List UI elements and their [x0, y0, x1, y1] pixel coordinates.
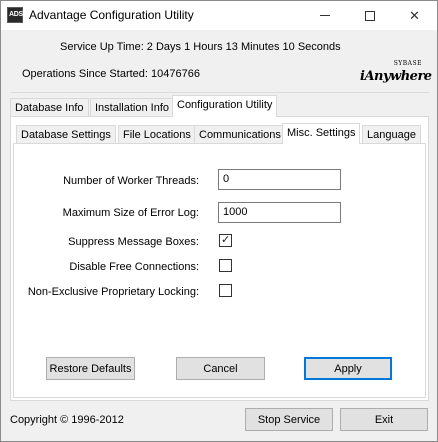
worker-threads-input[interactable]: 0: [218, 169, 341, 190]
apply-button[interactable]: Apply: [304, 357, 392, 380]
service-uptime: Service Up Time: 2 Days 1 Hours 13 Minut…: [60, 41, 341, 53]
tab-communications[interactable]: Communications: [194, 125, 286, 144]
tab-installation-info[interactable]: Installation Info: [90, 98, 174, 118]
status-header: Service Up Time: 2 Days 1 Hours 13 Minut…: [10, 30, 432, 93]
maximize-icon: [364, 10, 375, 21]
tab-misc-settings[interactable]: Misc. Settings: [282, 123, 361, 144]
error-log-label: Maximum Size of Error Log:: [62, 207, 199, 219]
main-window: ADS Advantage Configuration Utility ✕ Se…: [0, 0, 438, 442]
minimize-icon: [319, 15, 330, 16]
error-log-input[interactable]: 1000: [218, 202, 341, 223]
close-button[interactable]: ✕: [392, 1, 437, 30]
copyright-text: Copyright © 1996-2012: [10, 414, 124, 426]
minimize-button[interactable]: [302, 1, 347, 30]
close-icon: ✕: [409, 7, 420, 23]
exit-button[interactable]: Exit: [340, 408, 428, 431]
worker-threads-label: Number of Worker Threads:: [63, 175, 199, 187]
check-icon: ✓: [221, 234, 231, 246]
logo-sybase-text: SYBASE: [393, 60, 422, 67]
restore-defaults-button[interactable]: Restore Defaults: [46, 357, 135, 380]
non-exclusive-locking-checkbox[interactable]: [219, 284, 232, 297]
tab-language[interactable]: Language: [362, 125, 421, 144]
disable-free-connections-checkbox[interactable]: [219, 259, 232, 272]
sybase-ianywhere-logo: SYBASE iAnywhere: [348, 60, 432, 90]
app-icon-text: ADS: [9, 11, 23, 18]
suppress-message-boxes-checkbox[interactable]: ✓: [219, 234, 232, 247]
tab-database-info[interactable]: Database Info: [10, 98, 89, 118]
title-bar[interactable]: ADS Advantage Configuration Utility ✕: [1, 1, 437, 30]
ads-app-icon: ADS: [7, 7, 23, 23]
maximize-button[interactable]: [347, 1, 392, 30]
tab-file-locations[interactable]: File Locations: [118, 125, 196, 144]
cancel-button[interactable]: Cancel: [176, 357, 265, 380]
operations-count: Operations Since Started: 10476766: [22, 68, 200, 80]
stop-service-button[interactable]: Stop Service: [245, 408, 333, 431]
non-exclusive-locking-label: Non-Exclusive Proprietary Locking:: [27, 286, 199, 298]
tab-database-settings[interactable]: Database Settings: [16, 125, 116, 144]
suppress-message-boxes-label: Suppress Message Boxes:: [68, 236, 199, 248]
logo-ianywhere-text: iAnywhere: [360, 69, 432, 84]
disable-free-connections-label: Disable Free Connections:: [69, 261, 199, 273]
window-title: Advantage Configuration Utility: [29, 8, 194, 22]
tab-configuration-utility[interactable]: Configuration Utility: [172, 95, 278, 117]
